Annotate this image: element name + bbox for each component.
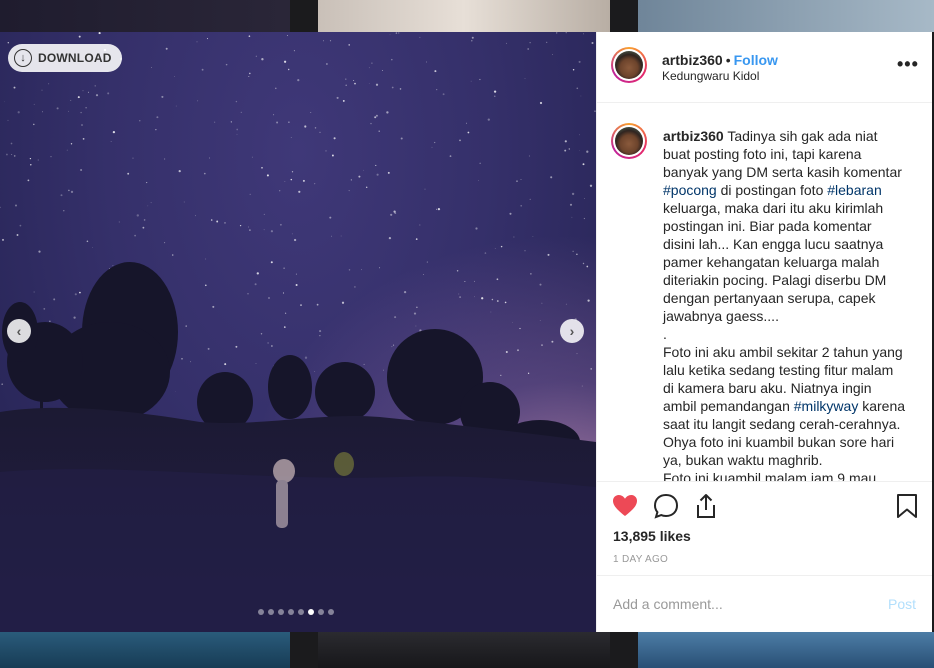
background-post-tile[interactable] [318, 0, 610, 32]
carousel-dot [318, 609, 324, 615]
caption-fragment: keluarga, maka dari itu aku kirimlah pos… [663, 200, 903, 414]
tree-silhouette-landscape [0, 262, 596, 632]
profile-photo [615, 51, 643, 79]
chevron-right-icon: › [569, 323, 575, 339]
caption-fragment: di postingan foto [716, 182, 828, 198]
download-button[interactable]: ↓ DOWNLOAD [8, 44, 122, 72]
location-link[interactable]: Kedungwaru Kidol [662, 69, 759, 83]
hashtag-link[interactable]: #pocong [663, 182, 717, 198]
bookmark-icon[interactable] [893, 492, 921, 520]
carousel-dot [298, 609, 304, 615]
likes-count[interactable]: 13,895 likes [613, 528, 691, 544]
previous-photo-button[interactable]: ‹ [7, 319, 31, 343]
profile-photo [615, 127, 643, 155]
hashtag-link[interactable]: #lebaran [827, 182, 882, 198]
post-comment-button[interactable]: Post [888, 596, 916, 612]
post-photo[interactable]: ↓ DOWNLOAD ‹ › [0, 32, 596, 632]
carousel-dot [278, 609, 284, 615]
hashtag-link[interactable]: #milkyway [794, 398, 859, 414]
next-photo-button[interactable]: › [560, 319, 584, 343]
carousel-indicator [258, 609, 334, 615]
heart-icon[interactable] [611, 492, 639, 520]
post-timestamp[interactable]: 1 DAY AGO [613, 554, 668, 565]
carousel-dot [328, 609, 334, 615]
background-post-tile[interactable] [638, 0, 934, 32]
username-link[interactable]: artbiz360 [662, 52, 723, 68]
background-post-tile[interactable] [638, 632, 934, 668]
comment-box: Post [597, 575, 932, 633]
more-options-icon[interactable]: ••• [897, 54, 919, 75]
post-details-panel: artbiz360 • Follow Kedungwaru Kidol ••• ar… [596, 32, 932, 632]
download-label: DOWNLOAD [38, 51, 112, 65]
download-arrow-icon: ↓ [14, 49, 32, 67]
separator: • [725, 52, 731, 68]
caption-text: artbiz360 Tadinya sih gak ada niat buat … [663, 127, 907, 481]
background-post-tile[interactable] [318, 632, 610, 668]
background-post-tile[interactable] [0, 0, 290, 32]
carousel-dot [268, 609, 274, 615]
comment-icon[interactable] [652, 492, 680, 520]
caption-section: artbiz360 Tadinya sih gak ada niat buat … [597, 103, 932, 481]
action-bar [597, 481, 932, 522]
background-post-tile[interactable] [0, 632, 290, 668]
caption-username-link[interactable]: artbiz360 [663, 128, 724, 144]
avatar[interactable] [611, 47, 647, 83]
chevron-left-icon: ‹ [16, 323, 22, 339]
carousel-dot [258, 609, 264, 615]
follow-button[interactable]: Follow [734, 52, 778, 68]
carousel-dot [308, 609, 314, 615]
avatar[interactable] [611, 123, 647, 159]
comment-input[interactable] [613, 594, 873, 614]
post-header: artbiz360 • Follow Kedungwaru Kidol ••• [597, 32, 932, 103]
carousel-dot [288, 609, 294, 615]
share-icon[interactable] [692, 492, 720, 520]
